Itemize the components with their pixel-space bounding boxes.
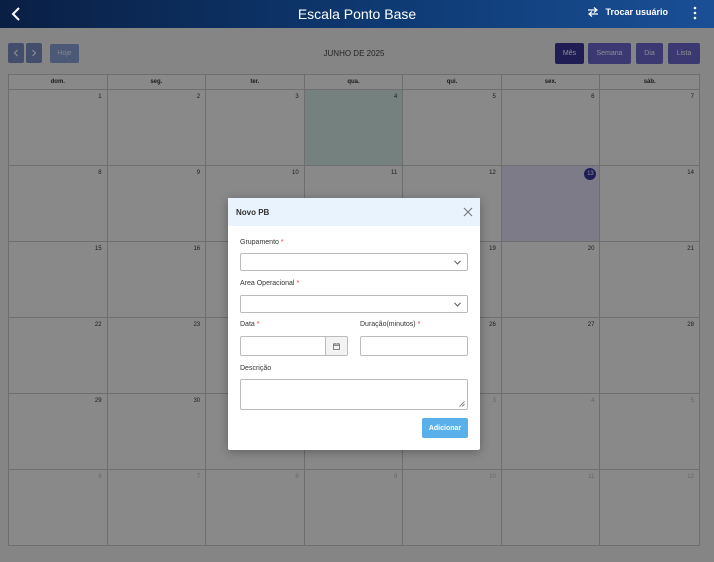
required-mark: * (256, 321, 260, 328)
swap-arrows-icon (588, 7, 599, 17)
switch-user-label: Trocar usuário (605, 7, 668, 17)
data-label: Data * (240, 321, 259, 328)
close-icon[interactable] (463, 207, 473, 217)
new-pb-dialog: Novo PB Grupamento * Area Operacional * … (228, 198, 480, 450)
back-chevron-icon[interactable] (8, 5, 26, 23)
resize-handle-icon[interactable] (459, 401, 465, 407)
duracao-label: Duração(minutos) * (360, 321, 420, 328)
kebab-menu-icon[interactable] (692, 6, 698, 20)
dialog-header: Novo PB (228, 198, 480, 226)
date-input[interactable] (240, 336, 348, 356)
required-mark: * (296, 280, 300, 287)
dialog-title: Novo PB (236, 207, 270, 217)
chevron-down-icon (454, 260, 461, 265)
date-picker-button[interactable] (325, 337, 347, 355)
data-label-text: Data (240, 321, 255, 328)
area-label-text: Area Operacional (240, 280, 295, 287)
duracao-label-text: Duração(minutos) (360, 321, 416, 328)
descricao-label-text: Descrição (240, 365, 272, 372)
chevron-down-icon (454, 302, 461, 307)
add-button[interactable]: Adicionar (422, 418, 468, 438)
grupamento-label-text: Grupamento (240, 239, 279, 246)
grupamento-select[interactable] (240, 253, 468, 271)
required-mark: * (280, 239, 284, 246)
grupamento-label: Grupamento * (240, 239, 284, 246)
descricao-label: Descrição (240, 365, 271, 372)
required-mark: * (417, 321, 421, 328)
duration-input[interactable] (360, 336, 468, 356)
switch-user-button[interactable]: Trocar usuário (587, 7, 668, 17)
calendar-icon (333, 342, 340, 350)
area-operacional-select[interactable] (240, 295, 468, 313)
app-header: Escala Ponto Base Trocar usuário (0, 0, 714, 28)
description-textarea[interactable] (240, 379, 468, 410)
area-operacional-label: Area Operacional * (240, 280, 299, 287)
